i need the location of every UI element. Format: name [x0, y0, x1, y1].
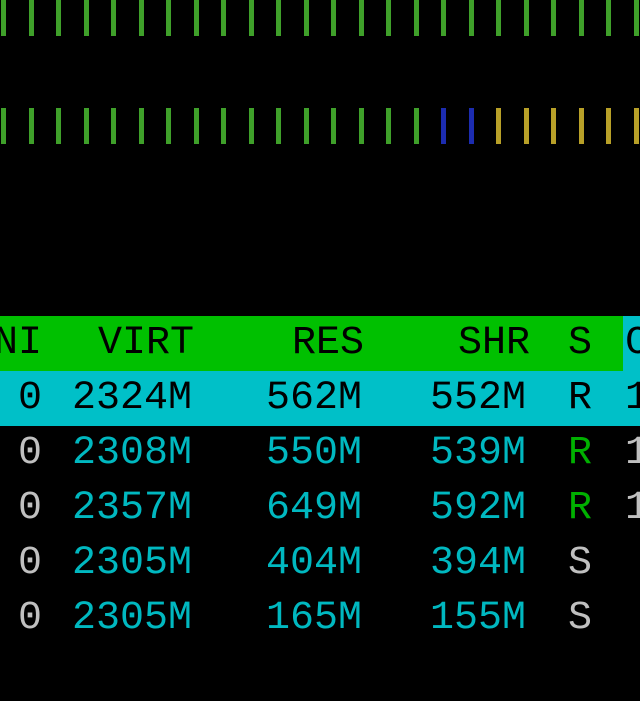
meter-tick	[331, 108, 336, 144]
process-res: 550M	[266, 431, 363, 476]
process-shr: 394M	[430, 541, 527, 586]
memory-meter-bar	[0, 108, 640, 144]
meter-tick	[523, 108, 529, 144]
header-ni[interactable]: NI	[0, 316, 42, 371]
process-virt: 2305M	[72, 541, 193, 586]
process-res: 404M	[266, 541, 363, 586]
meter-tick	[276, 108, 281, 144]
process-s: R	[568, 431, 593, 476]
process-cpu: 1	[625, 486, 640, 531]
meter-tick	[551, 108, 556, 144]
meter-tick	[166, 0, 171, 36]
process-row[interactable]: 0 2305M 404M 394M S	[0, 536, 640, 591]
meter-tick	[358, 108, 364, 144]
process-cpu: 1	[625, 376, 640, 421]
process-s: R	[568, 486, 593, 531]
process-ni: 0	[18, 376, 43, 421]
meter-tick	[441, 108, 446, 144]
meter-tick	[28, 0, 34, 36]
meter-tick	[468, 108, 474, 144]
meter-tick	[578, 108, 584, 144]
header-shr[interactable]: SHR	[458, 316, 530, 371]
meter-tick	[111, 0, 116, 36]
column-header-row: NI VIRT RES SHR S C	[0, 316, 640, 371]
process-res: 562M	[266, 376, 363, 421]
meter-tick	[386, 0, 391, 36]
process-row-selected[interactable]: 0 2324M 562M 552M R 1	[0, 371, 640, 426]
meter-tick	[221, 108, 226, 144]
process-virt: 2357M	[72, 486, 193, 531]
meter-tick	[56, 108, 61, 144]
meter-tick	[551, 0, 556, 36]
meter-tick	[496, 108, 501, 144]
meter-tick	[193, 108, 199, 144]
process-virt: 2305M	[72, 596, 193, 641]
meter-tick	[633, 0, 639, 36]
meter-tick	[83, 108, 89, 144]
meter-tick	[1, 108, 6, 144]
meter-tick	[138, 108, 144, 144]
meter-tick	[358, 0, 364, 36]
process-shr: 155M	[430, 596, 527, 641]
process-virt: 2308M	[72, 431, 193, 476]
process-s: S	[568, 541, 593, 586]
header-res[interactable]: RES	[292, 316, 364, 371]
header-virt[interactable]: VIRT	[98, 316, 194, 371]
process-shr: 552M	[430, 376, 527, 421]
process-shr: 539M	[430, 431, 527, 476]
process-virt: 2324M	[72, 376, 193, 421]
meter-tick	[111, 108, 116, 144]
header-cpu[interactable]: C	[623, 316, 640, 371]
meter-tick	[633, 108, 639, 144]
meter-tick	[221, 0, 226, 36]
process-ni: 0	[18, 431, 43, 476]
process-row[interactable]: 0 2305M 165M 155M S	[0, 591, 640, 646]
meter-tick	[441, 0, 446, 36]
process-s: R	[568, 376, 593, 421]
process-res: 649M	[266, 486, 363, 531]
meter-tick	[28, 108, 34, 144]
cpu-meter-bar-top	[0, 0, 640, 36]
meter-tick	[56, 0, 61, 36]
meter-tick	[248, 0, 254, 36]
meter-tick	[413, 108, 419, 144]
process-row[interactable]: 0 2308M 550M 539M R 1	[0, 426, 640, 481]
meter-tick	[138, 0, 144, 36]
process-cpu: 1	[625, 431, 640, 476]
meter-tick	[386, 108, 391, 144]
meter-tick	[166, 108, 171, 144]
meter-tick	[523, 0, 529, 36]
meter-tick	[578, 0, 584, 36]
process-ni: 0	[18, 486, 43, 531]
meter-tick	[331, 0, 336, 36]
meter-tick	[468, 0, 474, 36]
meter-tick	[83, 0, 89, 36]
header-state[interactable]: S	[568, 316, 592, 371]
meter-tick	[276, 0, 281, 36]
process-res: 165M	[266, 596, 363, 641]
process-ni: 0	[18, 596, 43, 641]
meter-tick	[606, 108, 611, 144]
process-shr: 592M	[430, 486, 527, 531]
meter-tick	[303, 108, 309, 144]
meter-tick	[413, 0, 419, 36]
process-s: S	[568, 596, 593, 641]
process-row[interactable]: 0 2357M 649M 592M R 1	[0, 481, 640, 536]
meter-tick	[606, 0, 611, 36]
meter-tick	[303, 0, 309, 36]
process-ni: 0	[18, 541, 43, 586]
meter-tick	[193, 0, 199, 36]
meter-tick	[496, 0, 501, 36]
meter-tick	[1, 0, 6, 36]
meter-tick	[248, 108, 254, 144]
